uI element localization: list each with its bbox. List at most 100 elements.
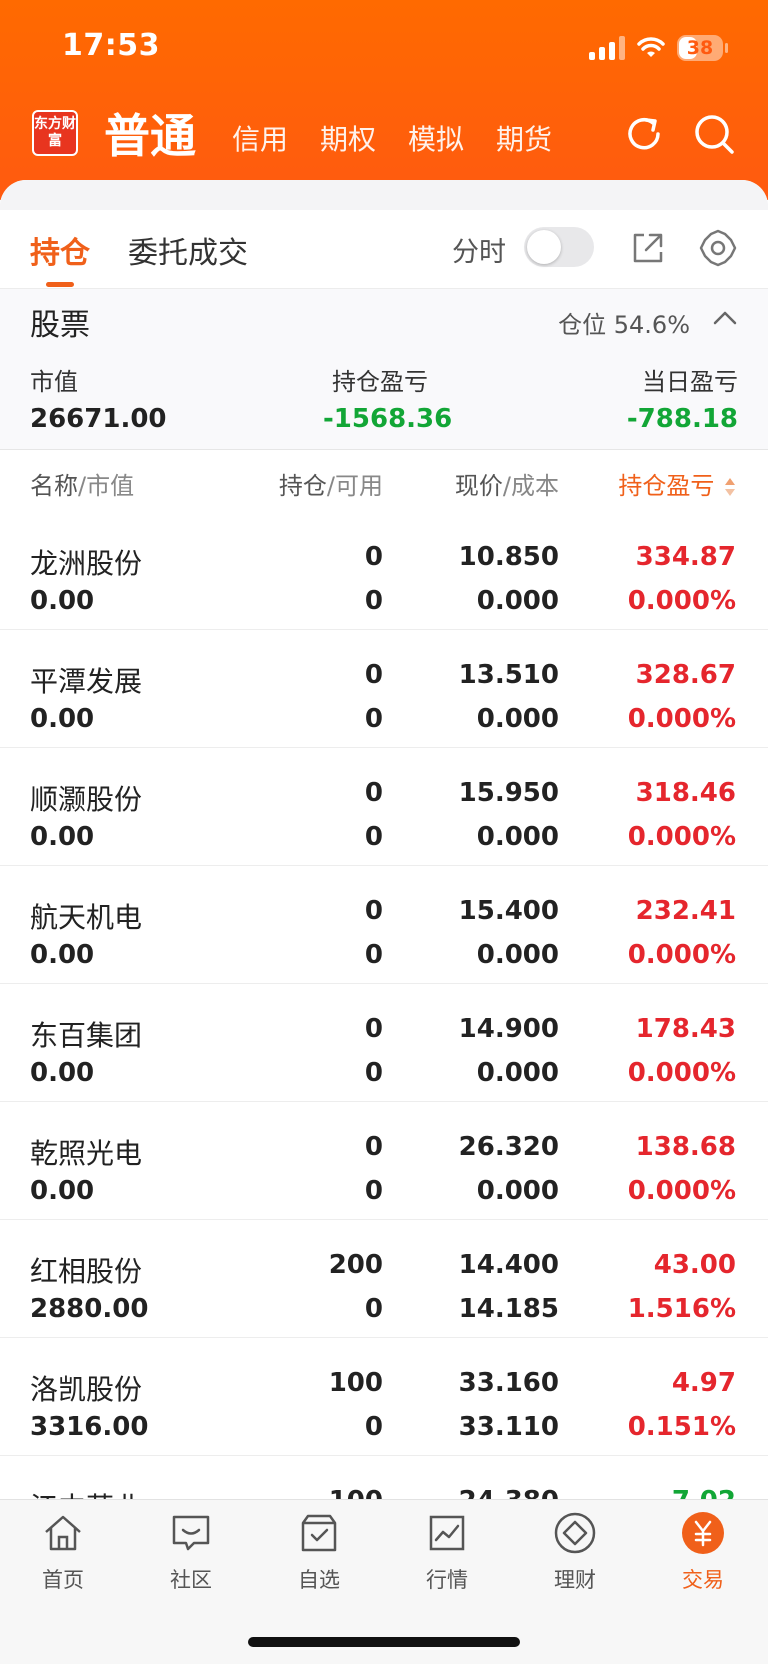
account-type-tabs: 信用 期权 模拟 期货 [232, 118, 552, 158]
stock-pnl: 178.43 [635, 1014, 736, 1044]
stock-market-value: 0.00 [30, 940, 95, 970]
header-pnl-sort[interactable]: 持仓盈亏 [618, 466, 736, 501]
stock-name: 航天机电 [30, 901, 143, 934]
stock-name: 红相股份 [30, 1255, 143, 1288]
stock-available: 0 [364, 1412, 383, 1442]
tab-simulated[interactable]: 模拟 [408, 118, 464, 158]
stock-cost: 0.000 [476, 586, 559, 616]
stock-name: 龙洲股份 [30, 547, 143, 580]
stock-market-value: 3316.00 [30, 1412, 149, 1442]
tab-orders[interactable]: 委托成交 [128, 228, 248, 272]
stock-cost: 0.000 [476, 940, 559, 970]
tab-futures[interactable]: 期货 [496, 118, 552, 158]
battery-icon: 38 [677, 35, 723, 61]
stock-holding: 0 [364, 1014, 383, 1044]
stock-holding: 0 [364, 1132, 383, 1162]
fenshi-label: 分时 [452, 237, 506, 268]
stock-pnl: 318.46 [635, 778, 736, 808]
stock-name: 乾照光电 [30, 1137, 143, 1170]
stock-pnl: 232.41 [635, 896, 736, 926]
table-row[interactable]: 航天机电 0.00 0 0 15.400 0.000 232.41 0.000% [0, 866, 768, 984]
stock-available: 0 [364, 940, 383, 970]
stock-holding: 200 [328, 1250, 383, 1280]
stock-price: 13.510 [458, 660, 559, 690]
stock-name: 顺灏股份 [30, 783, 143, 816]
trade-icon [682, 1512, 724, 1554]
market-value-label: 市值 [30, 368, 78, 396]
status-icons: 38 [589, 30, 728, 66]
wifi-icon [637, 37, 665, 57]
stock-cost: 0.000 [476, 1058, 559, 1088]
fenshi-toggle[interactable] [524, 227, 594, 267]
market-icon [429, 1515, 465, 1551]
table-row[interactable]: 乾照光电 0.00 0 0 26.320 0.000 138.68 0.000% [0, 1102, 768, 1220]
status-time: 17:53 [62, 28, 160, 63]
active-tab-indicator [46, 282, 74, 287]
stock-market-value: 2880.00 [30, 1294, 149, 1324]
stock-holding: 100 [328, 1368, 383, 1398]
stock-price: 14.900 [458, 1014, 559, 1044]
nav-home[interactable]: 首页 [13, 1510, 113, 1594]
stock-pnl-pct: 0.000% [627, 704, 736, 734]
nav-watchlist[interactable]: 自选 [269, 1510, 369, 1594]
stock-price: 26.320 [458, 1132, 559, 1162]
stock-pnl-pct: 0.151% [627, 1412, 736, 1442]
table-row[interactable]: 东百集团 0.00 0 0 14.900 0.000 178.43 0.000% [0, 984, 768, 1102]
table-row[interactable]: 红相股份 2880.00 200 0 14.400 14.185 43.00 1.516% [0, 1220, 768, 1338]
search-icon[interactable] [692, 112, 736, 156]
nav-trade[interactable]: 交易 [653, 1510, 753, 1594]
stock-pnl: 43.00 [653, 1250, 736, 1280]
header-name: 名称/市值 [30, 472, 135, 500]
daily-pnl-label: 当日盈亏 [642, 368, 738, 396]
header-hold: 持仓/可用 [278, 472, 383, 500]
chevron-up-icon[interactable] [712, 308, 738, 328]
stock-pnl-pct: 0.000% [627, 822, 736, 852]
stock-price: 15.400 [458, 896, 559, 926]
stock-holding: 0 [364, 896, 383, 926]
stock-market-value: 0.00 [30, 1176, 95, 1206]
stock-price: 10.850 [458, 542, 559, 572]
stock-name: 东百集团 [30, 1019, 143, 1052]
stock-cost: 0.000 [476, 704, 559, 734]
wealth-icon [554, 1512, 596, 1554]
stock-pnl: 334.87 [635, 542, 736, 572]
stock-pnl-pct: 1.516% [627, 1294, 736, 1324]
stock-holding: 0 [364, 542, 383, 572]
stock-available: 0 [364, 586, 383, 616]
home-icon [45, 1515, 81, 1551]
stock-pnl-pct: 0.000% [627, 586, 736, 616]
stock-name: 平潭发展 [30, 665, 143, 698]
table-row[interactable]: 龙洲股份 0.00 0 0 10.850 0.000 334.87 0.000% [0, 512, 768, 630]
tab-holding[interactable]: 持仓 [30, 228, 90, 272]
share-icon[interactable] [630, 230, 666, 266]
home-indicator [248, 1637, 520, 1647]
holding-pnl: -1568.36 [323, 404, 453, 434]
position-ratio[interactable]: 仓位 54.6% [558, 305, 690, 340]
stock-pnl: 138.68 [635, 1132, 736, 1162]
market-value: 26671.00 [30, 404, 167, 434]
stock-market-value: 0.00 [30, 586, 95, 616]
stock-holding: 0 [364, 660, 383, 690]
stock-cost: 0.000 [476, 1176, 559, 1206]
tab-options[interactable]: 期权 [320, 118, 376, 158]
daily-pnl: -788.18 [626, 404, 738, 434]
sort-icon [725, 478, 735, 496]
nav-wealth[interactable]: 理财 [525, 1510, 625, 1594]
gear-icon[interactable] [698, 228, 738, 268]
tab-credit[interactable]: 信用 [232, 118, 288, 158]
table-row[interactable]: 洛凯股份 3316.00 100 0 33.160 33.110 4.97 0.151% [0, 1338, 768, 1456]
nav-community[interactable]: 社区 [141, 1510, 241, 1594]
stock-market-value: 0.00 [30, 704, 95, 734]
nav-market[interactable]: 行情 [397, 1510, 497, 1594]
tab-normal[interactable]: 普通 [104, 100, 196, 166]
stock-pnl: 328.67 [635, 660, 736, 690]
battery-level: 38 [686, 37, 714, 59]
table-row[interactable]: 顺灏股份 0.00 0 0 15.950 0.000 318.46 0.000% [0, 748, 768, 866]
stock-pnl-pct: 0.000% [627, 1176, 736, 1206]
stock-name: 洛凯股份 [30, 1373, 143, 1406]
refresh-icon[interactable] [622, 112, 666, 156]
stock-cost: 0.000 [476, 822, 559, 852]
stock-cost: 33.110 [458, 1412, 559, 1442]
table-row[interactable]: 平潭发展 0.00 0 0 13.510 0.000 328.67 0.000% [0, 630, 768, 748]
community-icon [172, 1515, 210, 1551]
